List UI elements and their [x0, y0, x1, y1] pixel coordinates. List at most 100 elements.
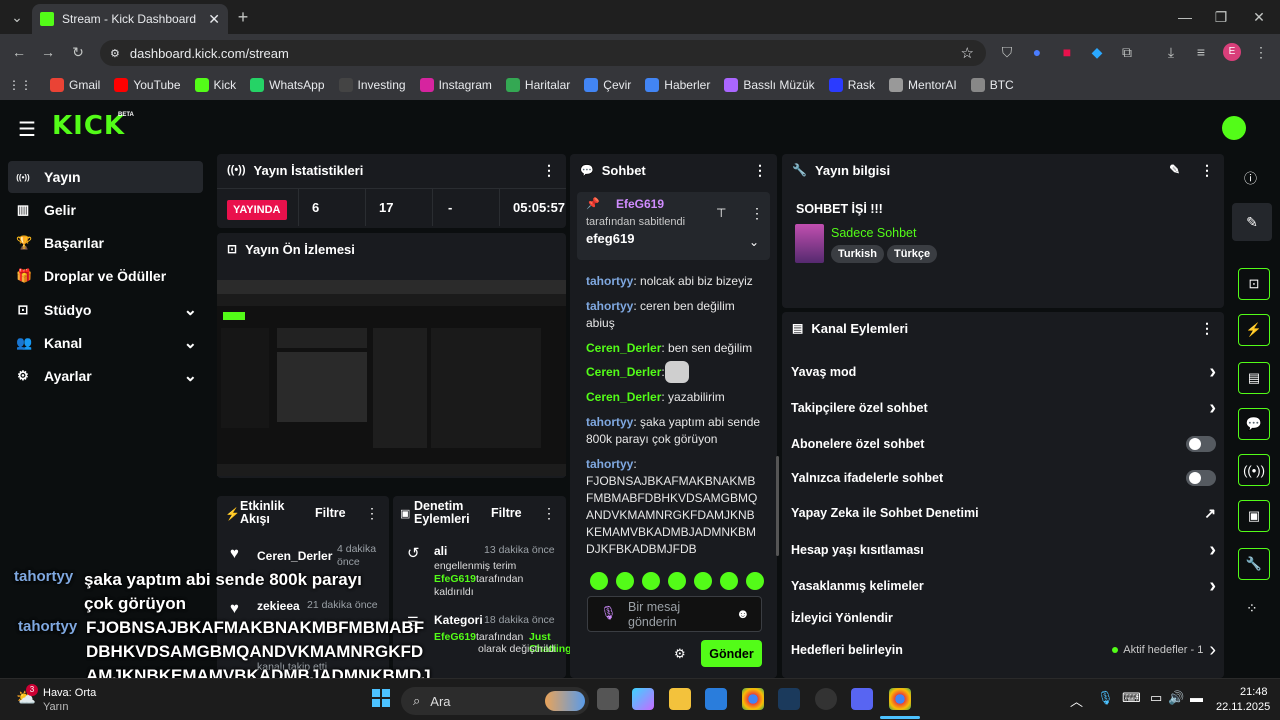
sidebar-item-5[interactable]: 👥 Kanal ⌄ — [8, 327, 203, 359]
pinned-menu-icon[interactable]: ⋮ — [750, 205, 764, 222]
volume-icon[interactable]: 🔊 — [1168, 690, 1184, 706]
profile-avatar[interactable]: E — [1223, 43, 1241, 61]
chrome-profile-icon[interactable] — [889, 688, 911, 710]
steam-icon[interactable] — [778, 688, 800, 710]
bookmark-item[interactable]: Haberler — [645, 78, 710, 92]
emote-icon[interactable] — [642, 572, 660, 590]
bookmark-item[interactable]: Rask — [828, 78, 875, 92]
maximize-icon[interactable]: ❐ — [1210, 6, 1232, 28]
extension-translate-icon[interactable]: ● — [1026, 41, 1048, 63]
bookmark-item[interactable]: Gmail — [50, 78, 100, 92]
video-toggle-icon[interactable]: ▣ — [1238, 500, 1270, 532]
category-link[interactable]: Sadece Sohbet — [831, 226, 917, 240]
emote-icon[interactable] — [668, 572, 686, 590]
send-button[interactable]: Gönder — [701, 640, 762, 667]
mic-tray-icon[interactable]: 🎙 — [1097, 690, 1114, 706]
layout-icon[interactable]: ⁘ — [1246, 600, 1258, 617]
copilot-icon[interactable] — [632, 688, 654, 710]
chevron-down-icon[interactable]: ⌄ — [184, 366, 197, 386]
store-icon[interactable] — [705, 688, 727, 710]
address-bar[interactable]: ⚙ dashboard.kick.com/stream ☆ — [100, 40, 986, 66]
external-link-icon[interactable]: ↗ — [1204, 505, 1216, 522]
emote-icon[interactable] — [720, 572, 738, 590]
activity-menu-icon[interactable]: ⋮ — [365, 505, 379, 522]
chrome-icon[interactable] — [742, 688, 764, 710]
chat-toggle-icon[interactable]: 💬 — [1238, 408, 1270, 440]
obs-icon[interactable] — [815, 688, 837, 710]
unpin-icon[interactable]: ⊤ — [716, 206, 726, 220]
extension-blue-icon[interactable]: ◆ — [1086, 41, 1108, 63]
chat-username[interactable]: tahortyy — [586, 457, 633, 471]
sidebar-item-0[interactable]: ((•)) Yayın — [8, 161, 203, 193]
apps-grid-icon[interactable]: ⋮⋮ — [8, 78, 32, 92]
activity-toggle-icon[interactable]: ⚡ — [1238, 314, 1270, 346]
active-goals[interactable]: Aktif hedefler - 1 › — [1112, 639, 1216, 662]
chevron-down-icon[interactable]: ⌄ — [749, 235, 759, 249]
chat-menu-icon[interactable]: ⋮ — [753, 162, 767, 179]
edit-icon[interactable]: ✎ — [1169, 162, 1180, 178]
chevron-down-icon[interactable]: ⌄ — [184, 333, 197, 353]
tray-chevron-icon[interactable]: ︿ — [1070, 691, 1083, 710]
stats-menu-icon[interactable]: ⋮ — [542, 162, 556, 179]
network-icon[interactable]: ▭ — [1150, 690, 1162, 706]
activity-filter-button[interactable]: Filtre — [315, 506, 346, 520]
extension-shield-icon[interactable]: ⛉ — [996, 41, 1018, 63]
chat-scrollbar[interactable] — [776, 456, 779, 556]
info-icon[interactable]: ⓘ — [1244, 168, 1257, 187]
emoji-icon[interactable]: ☻ — [736, 606, 750, 621]
bookmark-item[interactable]: Basslı Müzük — [724, 78, 815, 92]
channel-action-row[interactable]: Abonelere özel sohbet — [791, 434, 1216, 454]
battery-icon[interactable]: ▬ — [1190, 690, 1203, 705]
reload-icon[interactable]: ↻ — [67, 41, 89, 63]
emote-icon[interactable] — [616, 572, 634, 590]
new-tab-icon[interactable]: + — [232, 6, 254, 28]
tab-close-icon[interactable]: ✕ — [208, 11, 220, 28]
wrench-toggle-icon[interactable]: 🔧 — [1238, 548, 1270, 580]
tab-search-icon[interactable]: ⌄ — [6, 6, 28, 28]
chat-username[interactable]: Ceren_Derler — [586, 341, 661, 355]
download-icon[interactable]: ⤓ — [1160, 41, 1182, 63]
category-thumbnail[interactable] — [795, 224, 824, 263]
bookmark-item[interactable]: Instagram — [419, 78, 492, 92]
minimize-icon[interactable]: — — [1174, 6, 1196, 28]
bookmark-item[interactable]: Investing — [338, 78, 406, 92]
kick-logo[interactable]: KICK — [52, 111, 125, 141]
emote-icon[interactable] — [590, 572, 608, 590]
mic-icon[interactable]: 🎙 — [600, 605, 617, 621]
preview-toggle-icon[interactable]: ⊡ — [1238, 268, 1270, 300]
toggle-switch[interactable] — [1186, 436, 1216, 452]
stream-info-menu-icon[interactable]: ⋮ — [1200, 162, 1214, 179]
channel-action-row[interactable]: Yavaş mod › — [791, 361, 1216, 383]
channel-action-row[interactable]: İzleyici Yönlendir — [791, 608, 1216, 628]
forward-icon[interactable]: → — [37, 41, 59, 63]
keyboard-icon[interactable]: ⌨ — [1122, 690, 1141, 706]
channel-action-row[interactable]: Takipçilere özel sohbet › — [791, 397, 1216, 419]
bookmark-item[interactable]: Çevir — [584, 78, 631, 92]
tag-badge[interactable]: Türkçe — [887, 245, 938, 263]
user-avatar[interactable] — [1222, 116, 1246, 140]
extension-red-icon[interactable]: ■ — [1056, 41, 1078, 63]
sidebar-item-4[interactable]: ⊡ Stüdyo ⌄ — [8, 294, 203, 326]
channel-action-row[interactable]: Yasaklanmış kelimeler › — [791, 575, 1216, 597]
bookmark-item[interactable]: Kick — [194, 78, 236, 92]
browser-menu-icon[interactable]: ⋮ — [1250, 41, 1272, 63]
stats-toggle-icon[interactable]: ((•)) — [1238, 454, 1270, 486]
toggle-switch[interactable] — [1186, 470, 1216, 486]
windows-start-icon[interactable] — [372, 689, 390, 707]
stream-preview-video[interactable] — [217, 280, 566, 476]
discord-icon[interactable] — [851, 688, 873, 710]
channel-action-row[interactable]: Yalnızca ifadelerle sohbet — [791, 468, 1216, 488]
channel-action-row[interactable]: Hedefleri belirleyin Aktif hedefler - 1 › — [791, 639, 1216, 662]
emote-icon[interactable] — [694, 572, 712, 590]
chat-username[interactable]: Ceren_Derler — [586, 365, 661, 379]
emote-icon[interactable] — [746, 572, 764, 590]
extensions-puzzle-icon[interactable]: ⧉ — [1116, 41, 1138, 63]
sidebar-item-1[interactable]: ▥ Gelir — [8, 194, 203, 226]
moderation-toggle-icon[interactable]: ▤ — [1238, 362, 1270, 394]
channel-action-row[interactable]: Hesap yaşı kısıtlaması › — [791, 539, 1216, 561]
chat-username[interactable]: tahortyy — [586, 415, 633, 429]
edit-panel-icon[interactable]: ✎ — [1232, 203, 1272, 241]
media-control-icon[interactable]: ≡ — [1190, 41, 1212, 63]
chevron-down-icon[interactable]: ⌄ — [184, 300, 197, 320]
channel-action-row[interactable]: Yapay Zeka ile Sohbet Denetimi ↗ — [791, 503, 1216, 523]
